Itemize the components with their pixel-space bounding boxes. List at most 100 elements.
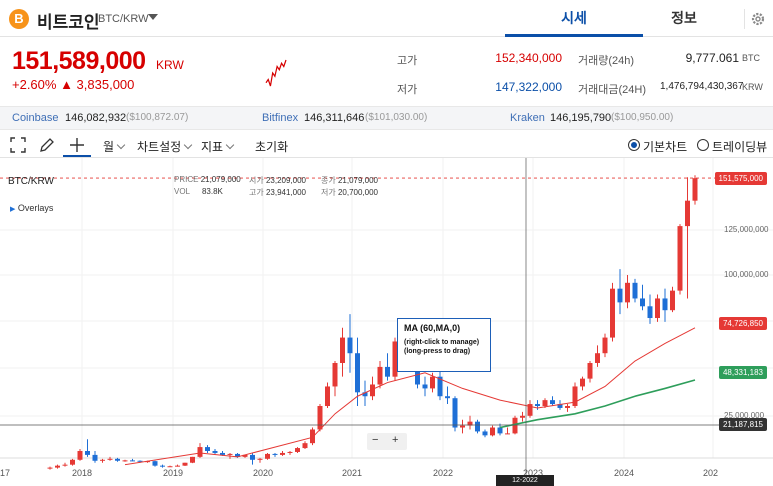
candle[interactable] bbox=[632, 278, 638, 303]
price-chart[interactable]: BTC/KRW ▶ Overlays PRICE 21,079,000 시가 2… bbox=[0, 158, 773, 486]
candle[interactable] bbox=[610, 282, 615, 342]
candle[interactable] bbox=[122, 459, 128, 462]
candle[interactable] bbox=[640, 284, 645, 311]
tab-info[interactable]: 정보 bbox=[615, 0, 753, 37]
indicators-dropdown[interactable]: 지표 bbox=[201, 138, 235, 155]
x-tick: 2018 bbox=[72, 468, 93, 478]
candle[interactable] bbox=[70, 458, 75, 466]
chart-settings-dropdown[interactable]: 차트설정 bbox=[137, 138, 193, 155]
ohlc-value: 23,941,000 bbox=[265, 188, 307, 197]
candle-body bbox=[617, 288, 623, 303]
coin-pair[interactable]: BTC/KRW bbox=[98, 13, 149, 25]
candle[interactable] bbox=[482, 429, 488, 438]
exchange-name[interactable]: Coinbase bbox=[12, 112, 58, 124]
candle[interactable] bbox=[167, 465, 173, 468]
candle[interactable] bbox=[475, 419, 480, 434]
candle[interactable] bbox=[670, 286, 675, 313]
candle-body bbox=[55, 465, 60, 468]
candle[interactable] bbox=[647, 294, 653, 324]
candle[interactable] bbox=[625, 274, 630, 309]
candle[interactable] bbox=[47, 466, 53, 470]
candle[interactable] bbox=[310, 427, 315, 446]
ma-tooltip[interactable]: MA (60,MA,0) (right-click to manage) (lo… bbox=[397, 318, 491, 372]
candle[interactable] bbox=[445, 386, 450, 405]
ohlc-key: PRICE bbox=[174, 175, 199, 184]
basic-chart-label[interactable]: 기본차트 bbox=[643, 138, 687, 155]
zoom-in-button[interactable]: + bbox=[392, 434, 398, 446]
period-dropdown[interactable]: 월 bbox=[103, 138, 126, 155]
candle[interactable] bbox=[85, 439, 90, 457]
candle[interactable] bbox=[190, 456, 195, 464]
candle[interactable] bbox=[250, 452, 255, 465]
candle[interactable] bbox=[280, 450, 285, 456]
candle[interactable] bbox=[602, 333, 608, 358]
candle[interactable] bbox=[265, 452, 270, 460]
candle[interactable] bbox=[572, 382, 578, 408]
candle[interactable] bbox=[152, 460, 158, 467]
gear-icon[interactable] bbox=[744, 9, 770, 29]
candle[interactable] bbox=[460, 419, 465, 434]
x-tick: 2022 bbox=[433, 468, 454, 478]
price-unit: KRW bbox=[156, 58, 184, 72]
candle[interactable] bbox=[587, 361, 593, 383]
reset-button[interactable]: 초기화 bbox=[255, 138, 288, 155]
candle[interactable] bbox=[505, 427, 510, 435]
candle[interactable] bbox=[340, 327, 345, 377]
candle[interactable] bbox=[467, 415, 473, 430]
candle[interactable] bbox=[287, 450, 293, 455]
basic-chart-radio[interactable] bbox=[628, 139, 640, 151]
tradingview-label[interactable]: 트레이딩뷰 bbox=[712, 138, 767, 155]
candle[interactable] bbox=[580, 376, 585, 391]
tradingview-radio[interactable] bbox=[697, 139, 709, 151]
mini-chart-line bbox=[265, 59, 287, 87]
candle[interactable] bbox=[257, 457, 263, 463]
candle[interactable] bbox=[422, 376, 428, 397]
candle[interactable] bbox=[182, 462, 188, 467]
ma-long-line[interactable] bbox=[499, 379, 696, 429]
candle[interactable] bbox=[295, 447, 300, 453]
zoom-out-button[interactable]: − bbox=[372, 434, 378, 446]
candle[interactable] bbox=[452, 396, 458, 432]
exchange-name[interactable]: Bitfinex bbox=[262, 112, 298, 124]
coin-name[interactable]: 비트코인 bbox=[37, 8, 100, 33]
candle[interactable] bbox=[325, 382, 330, 408]
candle-body bbox=[227, 453, 233, 455]
overlays-label: Overlays bbox=[17, 203, 54, 213]
fullscreen-icon[interactable] bbox=[10, 137, 26, 153]
candle[interactable] bbox=[662, 288, 668, 322]
pencil-icon[interactable] bbox=[39, 137, 55, 153]
candle[interactable] bbox=[130, 458, 135, 462]
candle[interactable] bbox=[595, 345, 600, 367]
candle-body bbox=[325, 386, 330, 407]
y-tick: 25,000,000 bbox=[724, 411, 765, 420]
candle[interactable] bbox=[685, 177, 690, 299]
candle[interactable] bbox=[527, 400, 533, 418]
candle[interactable] bbox=[677, 224, 683, 295]
candle[interactable] bbox=[175, 464, 180, 467]
overlays-toggle[interactable]: ▶ Overlays bbox=[10, 203, 53, 213]
crosshair-icon[interactable] bbox=[69, 137, 85, 153]
candle[interactable] bbox=[332, 361, 338, 397]
candle[interactable] bbox=[55, 464, 60, 469]
candle[interactable] bbox=[617, 269, 623, 315]
candle[interactable] bbox=[490, 425, 495, 437]
candle[interactable] bbox=[377, 361, 383, 389]
candle[interactable] bbox=[565, 404, 570, 412]
candle[interactable] bbox=[550, 396, 555, 407]
candle[interactable] bbox=[302, 441, 308, 450]
candle[interactable] bbox=[92, 450, 98, 463]
candle[interactable] bbox=[205, 445, 210, 453]
exchange-name[interactable]: Kraken bbox=[510, 112, 545, 124]
candle[interactable] bbox=[692, 175, 698, 205]
chevron-down-icon[interactable] bbox=[148, 14, 158, 20]
candle[interactable] bbox=[272, 452, 278, 457]
candle[interactable] bbox=[497, 423, 503, 436]
candle[interactable] bbox=[197, 443, 203, 458]
candle-body bbox=[445, 396, 450, 399]
candle[interactable] bbox=[385, 353, 390, 381]
candle[interactable] bbox=[520, 411, 525, 422]
candle[interactable] bbox=[100, 458, 105, 463]
candle[interactable] bbox=[62, 462, 68, 467]
candle[interactable] bbox=[655, 294, 660, 322]
candle[interactable] bbox=[107, 456, 113, 461]
